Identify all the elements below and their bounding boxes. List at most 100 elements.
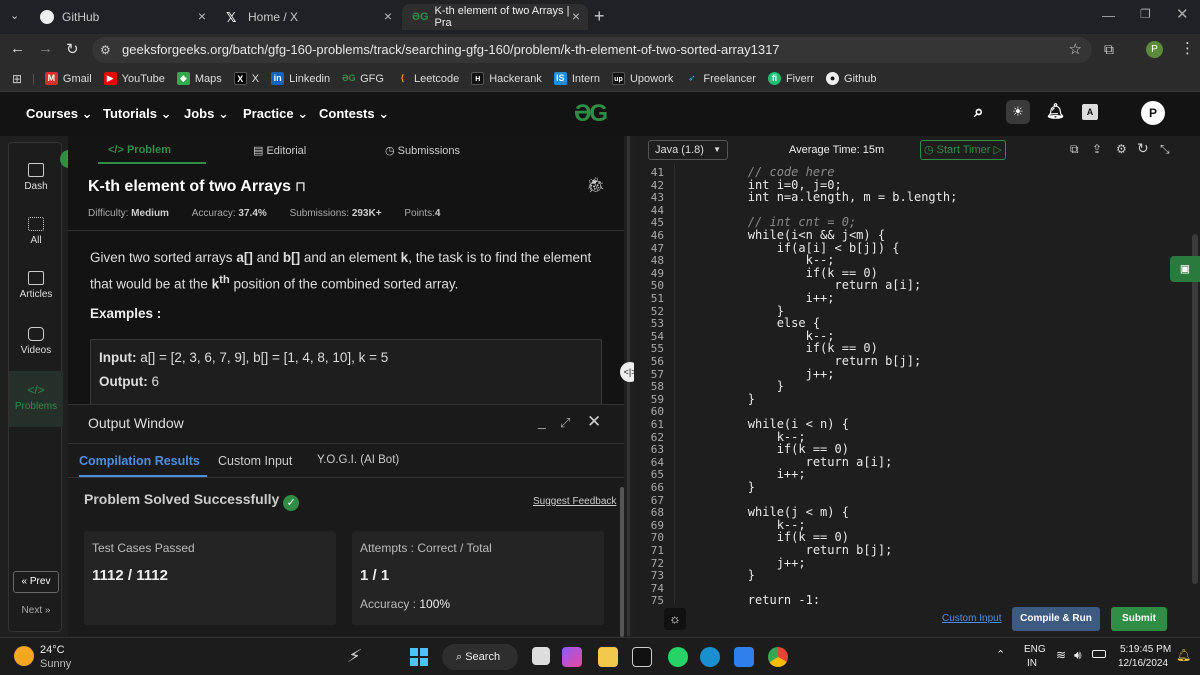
copilot-icon[interactable] xyxy=(562,647,582,667)
bookmark-upwork[interactable]: up Upowork xyxy=(611,72,673,85)
site-info-icon[interactable]: ⚙ xyxy=(100,37,111,63)
close-icon[interactable]: ✕ xyxy=(587,412,601,432)
bell-icon[interactable]: 🔔︎ xyxy=(1046,102,1065,120)
start-timer-button[interactable]: ◷ Start Timer ▷ xyxy=(920,140,1006,160)
tab-yogi-ai-bot[interactable]: Y.O.G.I. (AI Bot) xyxy=(317,454,399,466)
fullscreen-icon[interactable]: ⤢ xyxy=(560,415,570,431)
close-icon[interactable]: × xyxy=(384,8,392,24)
search-icon[interactable]: ⌕ xyxy=(974,102,984,122)
bookmark-intern[interactable]: IS Intern xyxy=(553,72,600,85)
apps-grid-icon[interactable]: ⊞ xyxy=(12,72,22,86)
tab-compilation-results[interactable]: Compilation Results xyxy=(79,454,200,468)
back-arrow-icon[interactable]: ← xyxy=(10,40,25,57)
prev-button[interactable]: « Prev xyxy=(13,571,59,593)
file-explorer-icon[interactable] xyxy=(598,647,618,667)
rail-item-dash[interactable]: Dash xyxy=(9,163,63,192)
rail-item-all[interactable]: All xyxy=(9,217,63,246)
theme-toggle-sun-icon[interactable]: ☀ xyxy=(1006,100,1030,124)
nav-contests[interactable]: Contests ⌄ xyxy=(319,106,389,122)
bookmark-freelancer[interactable]: ➶ Freelancer xyxy=(685,72,756,85)
clock-time[interactable]: 5:19:45 PM xyxy=(1120,644,1171,655)
app-launcher-icon[interactable]: ⚡ xyxy=(345,646,363,667)
copy-icon[interactable]: ⧉ xyxy=(1070,142,1079,157)
submit-button[interactable]: Submit xyxy=(1111,607,1167,631)
language-indicator[interactable]: ENG xyxy=(1024,644,1046,655)
whatsapp-icon[interactable] xyxy=(668,647,688,667)
translate-icon[interactable]: A xyxy=(1082,104,1098,120)
restore-icon[interactable]: ❐ xyxy=(1140,7,1151,21)
bookmark-linkedin[interactable]: in Linkedin xyxy=(271,72,330,85)
code-editor[interactable]: 41 // code here 42 int i=0, j=0; 43 int n=… xyxy=(634,164,1200,607)
menu-dots-icon[interactable]: ⋮ xyxy=(1180,39,1195,57)
url-field[interactable]: ⚙ geeksforgeeks.org/batch/gfg-160-proble… xyxy=(92,37,1092,63)
tab-problem[interactable]: </> Problem xyxy=(108,144,171,156)
bookmark-icon[interactable]: ⊓ xyxy=(295,178,306,194)
notification-bell-icon[interactable]: 🔔︎ xyxy=(1176,648,1191,662)
reload-icon[interactable]: ↻ xyxy=(66,40,79,58)
tab-custom-input[interactable]: Custom Input xyxy=(218,454,292,468)
jetbrains-icon[interactable] xyxy=(632,647,652,667)
line-number: 49 xyxy=(650,266,664,280)
bookmark-gfg[interactable]: ƏG GFG xyxy=(342,72,384,85)
bulb-hint-icon[interactable]: ☼ xyxy=(664,608,686,630)
tab-gfg-problem[interactable]: ƏG K-th element of two Arrays | Pra × xyxy=(402,4,588,30)
bookmark-leetcode[interactable]: ⟨ Leetcode xyxy=(396,72,459,85)
tab-x-home[interactable]: 𝕏 Home / X × xyxy=(216,4,400,30)
user-avatar[interactable]: P xyxy=(1141,101,1165,125)
rail-item-videos[interactable]: Videos xyxy=(9,327,63,356)
windows-start-icon[interactable] xyxy=(410,648,428,666)
reset-icon[interactable]: ↻ xyxy=(1137,140,1149,157)
nav-tutorials[interactable]: Tutorials ⌄ xyxy=(103,106,171,122)
gfg-logo-icon[interactable]: ƏG xyxy=(574,100,608,128)
tray-chevron-up-icon[interactable]: ⌃ xyxy=(996,648,1005,661)
window-close-icon[interactable]: ✕ xyxy=(1176,5,1189,23)
upload-icon[interactable]: ⇪ xyxy=(1092,142,1102,156)
chat-icon[interactable]: ▣ xyxy=(1170,256,1200,282)
nav-jobs[interactable]: Jobs ⌄ xyxy=(184,106,229,122)
bookmark-youtube[interactable]: ▶ YouTube xyxy=(103,72,165,85)
edge-icon[interactable] xyxy=(700,647,720,667)
bookmark-gmail[interactable]: M Gmail xyxy=(44,72,92,85)
rail-item-problems[interactable]: </> Problems xyxy=(9,371,63,427)
new-tab-plus-icon[interactable]: + xyxy=(594,6,605,27)
tab-editorial[interactable]: ▤ Editorial xyxy=(253,144,306,157)
nav-practice[interactable]: Practice ⌄ xyxy=(243,106,308,122)
weather-sun-icon[interactable] xyxy=(14,646,34,666)
taskbar-search[interactable]: ⌕ Search xyxy=(442,644,518,670)
tab-github[interactable]: GitHub × xyxy=(30,4,214,30)
minimize-icon[interactable]: — xyxy=(1102,8,1115,23)
close-icon[interactable]: × xyxy=(572,8,580,24)
suggest-feedback-link[interactable]: Suggest Feedback xyxy=(533,496,616,507)
bookmark-x[interactable]: XX xyxy=(233,72,259,85)
volume-icon[interactable]: 🔊︎ xyxy=(1074,648,1082,663)
rail-item-articles[interactable]: Articles xyxy=(9,271,63,300)
language-select[interactable]: Java (1.8) ▼ xyxy=(648,140,728,160)
bookmark-maps[interactable]: ◆ Maps xyxy=(176,72,222,85)
task-view-icon[interactable] xyxy=(532,647,550,665)
tab-submissions[interactable]: ◷ Submissions xyxy=(385,144,460,157)
nav-courses[interactable]: Courses ⌄ xyxy=(26,106,93,122)
editor-scrollbar[interactable] xyxy=(1192,234,1198,584)
custom-input-link[interactable]: Custom Input xyxy=(942,613,1001,624)
battery-icon[interactable] xyxy=(1092,650,1106,658)
bookmark-star-icon[interactable]: ☆ xyxy=(1069,37,1082,63)
bookmark-fiverr[interactable]: fi Fiverr xyxy=(767,72,814,85)
tab-list-chevron-icon[interactable]: ⌄ xyxy=(10,9,19,22)
profile-avatar[interactable]: P xyxy=(1146,41,1163,58)
minimize-icon[interactable]: _ xyxy=(538,413,546,429)
forward-arrow-icon[interactable]: → xyxy=(38,40,53,57)
close-icon[interactable]: × xyxy=(198,8,206,24)
settings-icon[interactable]: ⚙ xyxy=(1116,142,1127,156)
extensions-icon[interactable]: ⧉ xyxy=(1104,41,1114,58)
chrome-icon[interactable] xyxy=(768,647,788,667)
panel-splitter[interactable] xyxy=(627,136,630,636)
scrollbar[interactable] xyxy=(620,487,624,637)
bookmark-hackerank[interactable]: H Hackerank xyxy=(471,72,542,85)
fullscreen-icon[interactable]: ⤡ xyxy=(1160,142,1170,157)
bookmark-github[interactable]: ● Github xyxy=(826,72,876,85)
bug-report-icon[interactable]: 🐞︎ xyxy=(586,176,605,194)
vscode-icon[interactable] xyxy=(734,647,754,667)
compile-run-button[interactable]: Compile & Run xyxy=(1012,607,1100,631)
wifi-icon[interactable]: ≋ xyxy=(1056,648,1066,662)
next-button[interactable]: Next » xyxy=(13,601,59,623)
